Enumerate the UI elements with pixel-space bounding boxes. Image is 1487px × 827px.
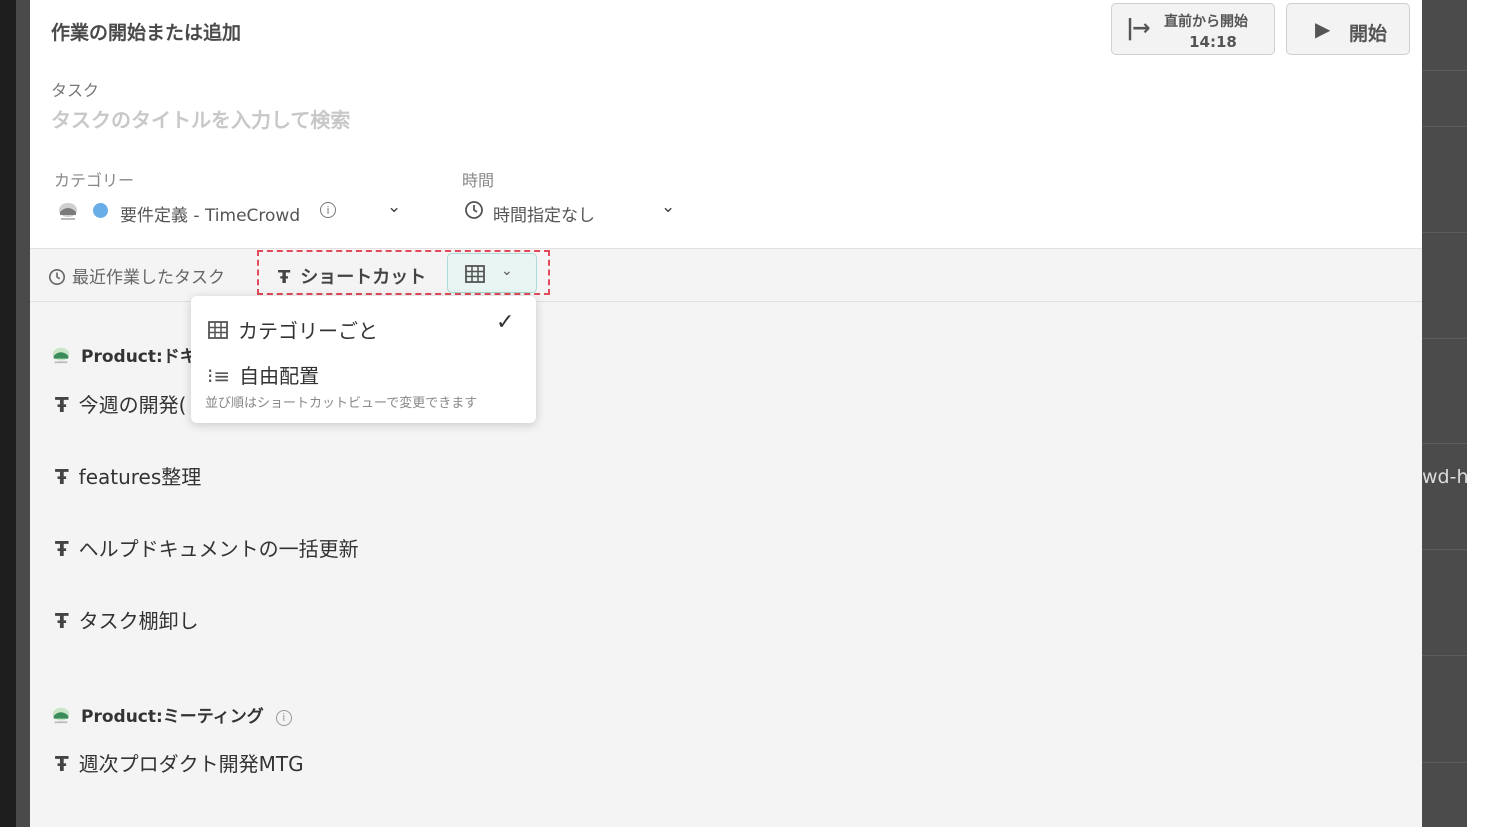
shortcut-item[interactable]: Ŧ 週次プロダクト開発MTG — [55, 748, 304, 777]
play-icon: ▶ — [1315, 17, 1331, 41]
group-name: Product:ドキ — [81, 347, 197, 367]
menu-option-label: 自由配置 — [239, 364, 320, 388]
time-value: 時間指定なし — [493, 206, 595, 226]
pin-icon: Ŧ — [55, 537, 69, 561]
task-label: タスク — [51, 81, 100, 100]
group-name: Product:ミーティング — [81, 707, 264, 727]
timecrowd-logo-icon — [52, 707, 70, 724]
info-icon[interactable]: i — [320, 202, 336, 218]
category-value: 要件定義 - TimeCrowd — [120, 206, 301, 226]
left-backdrop — [0, 0, 16, 827]
time-select[interactable]: 時間指定なし ⌄ — [464, 197, 684, 226]
shortcut-item-label: 週次プロダクト開発MTG — [78, 752, 304, 776]
modal-title: 作業の開始または追加 — [51, 22, 242, 44]
grid-icon — [464, 263, 486, 289]
modal-form: 作業の開始または追加 |→ 直前から開始 14:18 ▶ 開始 タスク カテゴリ… — [30, 0, 1422, 249]
shortcut-item-label: 今週の開発( — [78, 393, 187, 417]
chevron-down-icon: ⌄ — [661, 197, 676, 217]
timecrowd-logo-icon — [56, 200, 80, 226]
task-search-input[interactable] — [51, 108, 951, 132]
shortcut-item[interactable]: Ŧ ヘルプドキュメントの一括更新 — [55, 533, 359, 562]
shortcut-item[interactable]: Ŧfeatures整理 — [55, 461, 201, 490]
clock-icon — [48, 268, 66, 286]
right-backdrop — [1422, 0, 1467, 827]
shortcut-item[interactable]: Ŧ タスク棚卸し — [55, 605, 199, 634]
category-color-dot — [93, 203, 108, 218]
start-button[interactable]: ▶ 開始 — [1286, 3, 1410, 55]
right-edge — [1467, 0, 1487, 827]
time-label: 時間 — [462, 171, 495, 190]
shortcut-item-label: ヘルプドキュメントの一括更新 — [78, 537, 359, 561]
timecrowd-logo-icon — [52, 347, 70, 364]
pin-icon: Ŧ — [55, 465, 69, 489]
grid-icon — [208, 321, 228, 339]
category-select[interactable]: 要件定義 - TimeCrowd i ⌄ — [56, 197, 406, 226]
tab-recent-tasks[interactable]: 最近作業したタスク — [48, 263, 225, 288]
pin-icon: Ŧ — [55, 393, 69, 417]
menu-option-free-layout[interactable]: ⁝≡ 自由配置 — [207, 360, 319, 389]
tab-shortcut-label: ショートカット — [300, 267, 427, 288]
shortcut-item-label: features整理 — [78, 465, 202, 489]
menu-option-label: カテゴリーごと — [238, 319, 378, 343]
pin-icon: Ŧ — [278, 267, 291, 288]
category-group-header: Product:ドキ — [50, 342, 197, 367]
shortcut-item-label: タスク棚卸し — [78, 609, 199, 633]
task-source-tabs: 最近作業したタスク Ŧ ショートカット ⌄ — [30, 249, 1422, 302]
backdrop-text: wd-h — [1422, 466, 1467, 488]
clock-icon — [464, 200, 484, 224]
tab-recent-label: 最近作業したタスク — [72, 268, 225, 288]
tab-shortcut[interactable]: Ŧ ショートカット — [278, 263, 426, 289]
pin-icon: Ŧ — [55, 609, 69, 633]
menu-hint: 並び順はショートカットビューで変更できます — [205, 396, 478, 411]
view-mode-dropdown[interactable]: ⌄ — [447, 253, 537, 293]
info-icon[interactable]: i — [275, 710, 292, 726]
start-button-label: 開始 — [1349, 23, 1388, 45]
checkmark-icon: ✓ — [496, 310, 515, 335]
resume-from-last-button[interactable]: |→ 直前から開始 14:18 — [1111, 3, 1275, 55]
category-label: カテゴリー — [54, 171, 135, 190]
pin-icon: Ŧ — [55, 752, 69, 776]
menu-option-by-category[interactable]: カテゴリーごと — [207, 315, 378, 344]
view-mode-menu: カテゴリーごと ✓ ⁝≡ 自由配置 並び順はショートカットビューで変更できます — [191, 296, 536, 423]
list-icon: ⁝≡ — [207, 364, 231, 388]
resume-button-time: 14:18 — [1189, 33, 1237, 51]
chevron-down-icon: ⌄ — [501, 263, 513, 279]
chevron-down-icon: ⌄ — [387, 197, 402, 217]
resume-button-label: 直前から開始 — [1164, 14, 1248, 30]
category-group-header: Product:ミーティング i — [50, 702, 292, 727]
shortcut-item[interactable]: Ŧ 今週の開発( — [55, 389, 186, 418]
